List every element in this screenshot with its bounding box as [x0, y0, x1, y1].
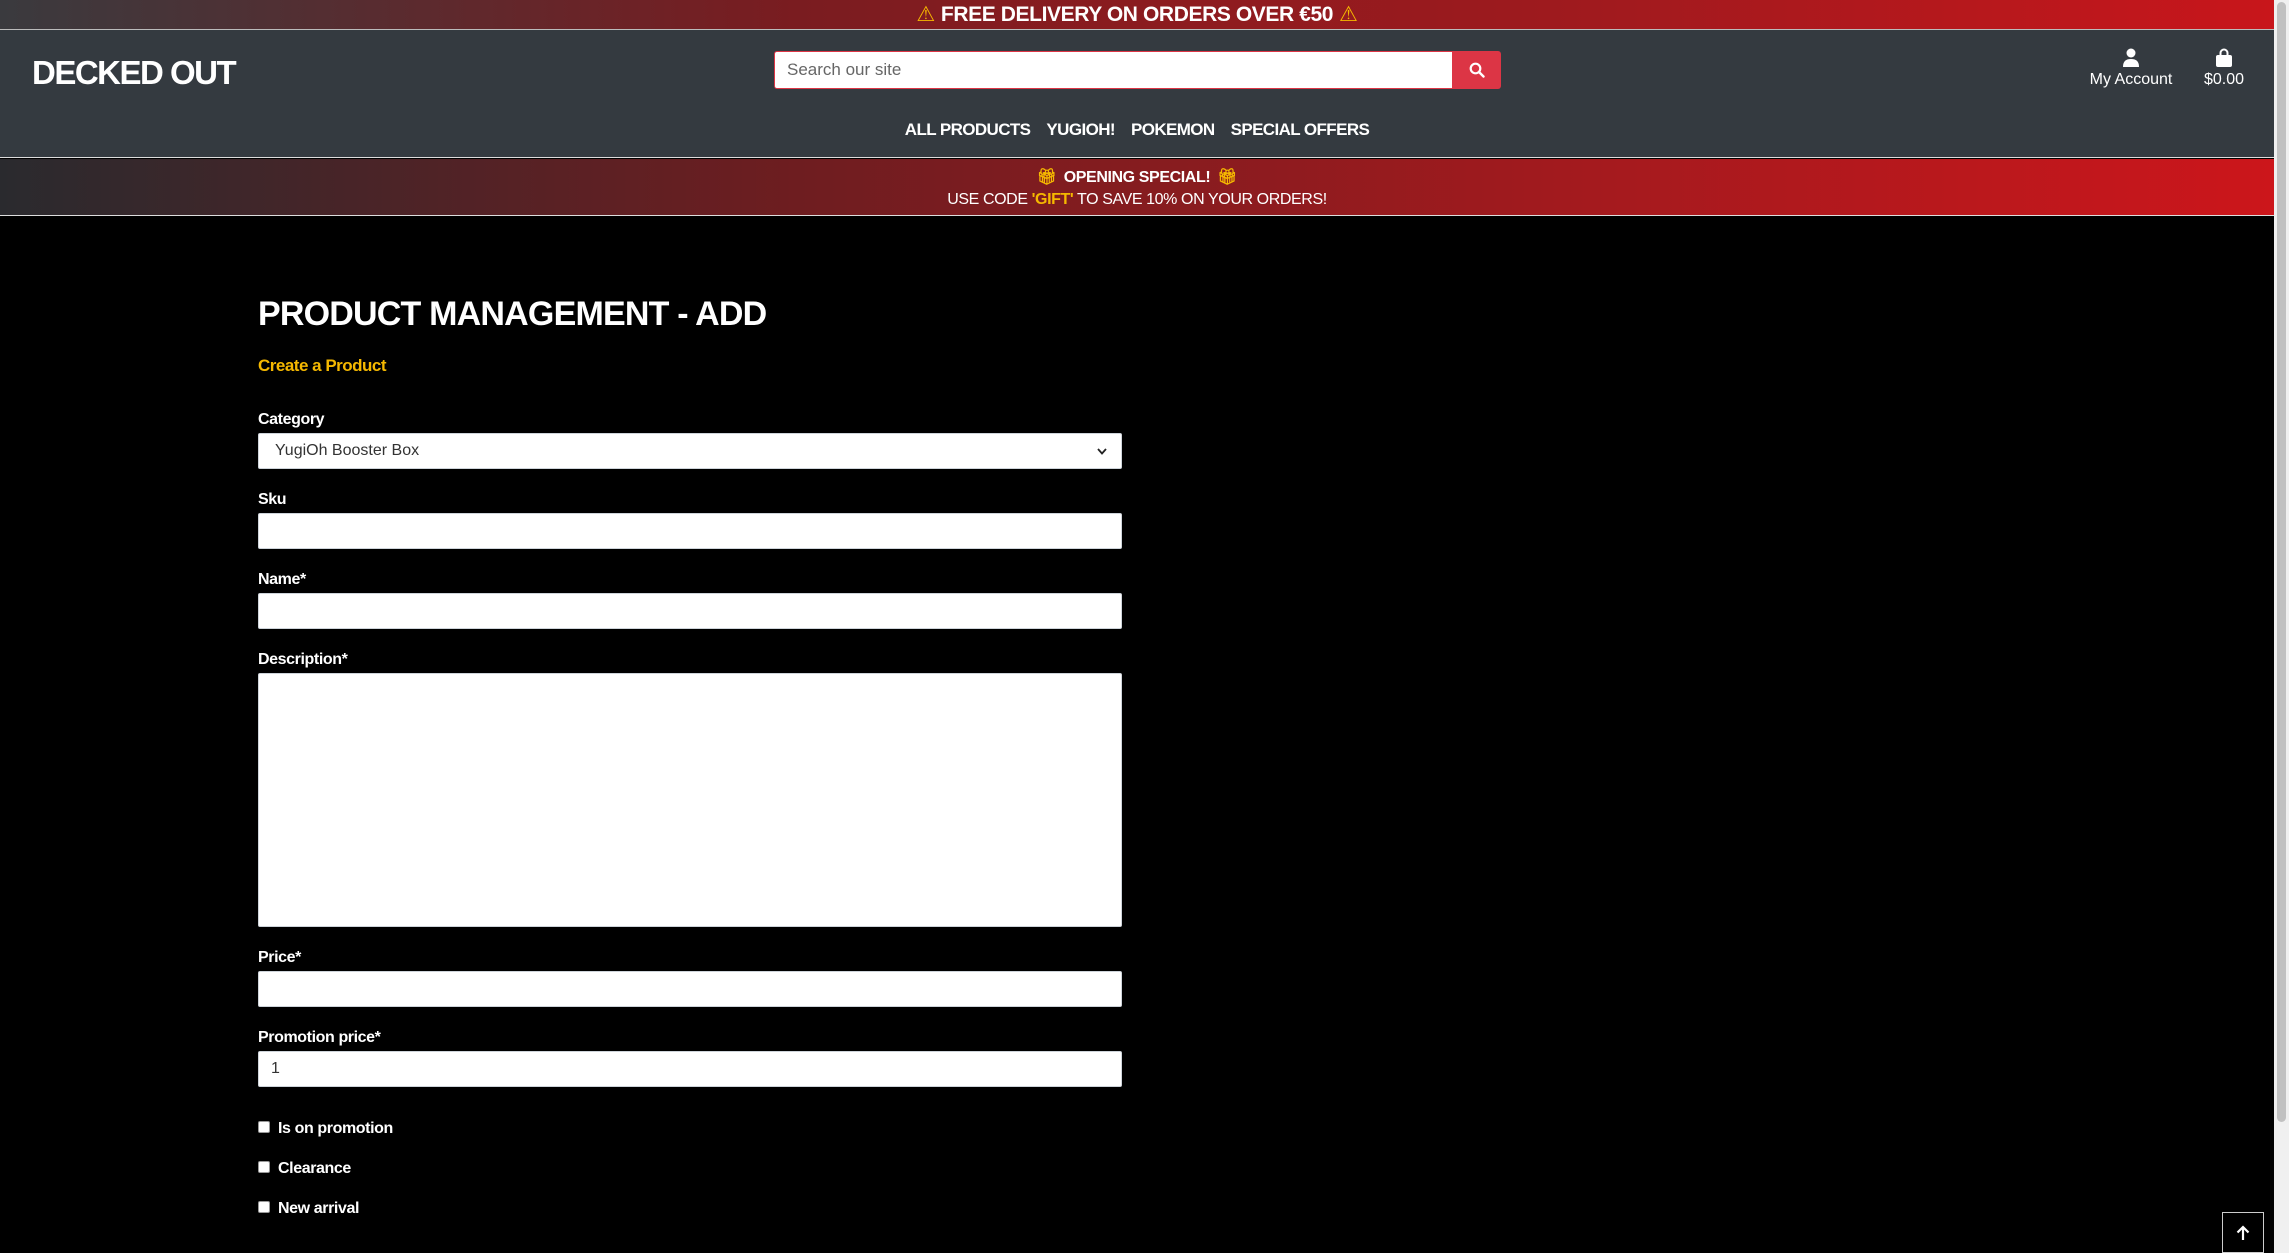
promo-title: 🎁︎ OPENING SPECIAL! 🎁︎ [0, 167, 2274, 187]
delivery-banner-text: FREE DELIVERY ON ORDERS OVER €50 [940, 2, 1334, 26]
clearance-label: Clearance [278, 1160, 351, 1177]
promo-banner: 🎁︎ OPENING SPECIAL! 🎁︎ USE CODE 'GIFT' T… [0, 159, 2274, 216]
description-label: Description* [258, 651, 348, 668]
new-arrival-checkbox[interactable] [258, 1201, 270, 1213]
search-form [774, 51, 1501, 89]
warning-icon: ⚠ [916, 3, 935, 26]
name-input[interactable] [258, 593, 1122, 629]
gift-icon: 🎁︎ [1217, 169, 1238, 186]
nav-item-special-offers[interactable]: SPECIAL OFFERS [1231, 120, 1370, 140]
clearance-row: Clearance [258, 1149, 1122, 1189]
site-header: DECKED OUT My Account $0.00 ALL PRODUCTS… [0, 30, 2274, 158]
chevron-down-icon [1097, 447, 1107, 455]
page-scrollbar[interactable] [2274, 0, 2289, 1253]
page-title: PRODUCT MANAGEMENT - ADD [258, 295, 767, 333]
name-label: Name* [258, 571, 306, 588]
search-input[interactable] [774, 51, 1452, 89]
nav-item-yugioh[interactable]: YUGIOH! [1046, 120, 1115, 140]
promotion-price-value: 1 [271, 1060, 280, 1077]
back-to-top-button[interactable] [2222, 1212, 2264, 1253]
nav-item-pokemon[interactable]: POKEMON [1131, 120, 1215, 140]
site-logo[interactable]: DECKED OUT [32, 54, 237, 92]
search-icon [1469, 62, 1485, 78]
promotion-price-label: Promotion price* [258, 1029, 381, 1046]
category-selected-value: YugiOh Booster Box [275, 442, 420, 459]
arrow-up-icon [2236, 1224, 2250, 1240]
gift-icon: 🎁︎ [1036, 169, 1057, 186]
shopping-bag-link[interactable]: $0.00 [2196, 48, 2252, 89]
main-content: PRODUCT MANAGEMENT - ADD Create a Produc… [258, 295, 1122, 1229]
sku-label: Sku [258, 491, 287, 508]
new-arrival-label: New arrival [278, 1200, 359, 1217]
price-label: Price* [258, 949, 301, 966]
shopping-bag-icon [2216, 48, 2232, 67]
warning-icon: ⚠ [1339, 3, 1358, 26]
description-textarea[interactable] [258, 673, 1122, 927]
promo-text-after: TO SAVE 10% ON YOUR ORDERS! [1073, 191, 1327, 208]
price-input[interactable] [258, 971, 1122, 1007]
promo-code: 'GIFT' [1031, 191, 1074, 208]
search-button[interactable] [1452, 51, 1501, 89]
bag-total: $0.00 [2203, 71, 2245, 88]
main-nav: ALL PRODUCTS YUGIOH! POKEMON SPECIAL OFF… [0, 120, 2274, 140]
is-on-promotion-row: Is on promotion [258, 1109, 1122, 1149]
delivery-banner: ⚠ FREE DELIVERY ON ORDERS OVER €50 ⚠ [0, 0, 2274, 30]
page-subtitle: Create a Product [258, 356, 387, 375]
category-select[interactable]: YugiOh Booster Box [258, 433, 1122, 469]
new-arrival-row: New arrival [258, 1189, 1122, 1229]
category-label: Category [258, 411, 325, 428]
add-product-form: Category YugiOh Booster Box Sku Name* De… [258, 411, 1122, 1229]
is-on-promotion-label: Is on promotion [278, 1120, 393, 1137]
my-account-link[interactable]: My Account [2086, 48, 2176, 89]
user-icon [2123, 48, 2139, 67]
sku-input[interactable] [258, 513, 1122, 549]
nav-item-all-products[interactable]: ALL PRODUCTS [905, 120, 1031, 140]
promo-text-before: USE CODE [947, 191, 1032, 208]
my-account-label: My Account [2089, 71, 2173, 88]
promo-text: USE CODE 'GIFT' TO SAVE 10% ON YOUR ORDE… [0, 191, 2274, 209]
is-on-promotion-checkbox[interactable] [258, 1121, 270, 1133]
scrollbar-thumb[interactable] [2277, 2, 2286, 1122]
promo-title-text: OPENING SPECIAL! [1063, 169, 1211, 186]
clearance-checkbox[interactable] [258, 1161, 270, 1173]
promotion-price-input[interactable]: 1 [258, 1051, 1122, 1087]
